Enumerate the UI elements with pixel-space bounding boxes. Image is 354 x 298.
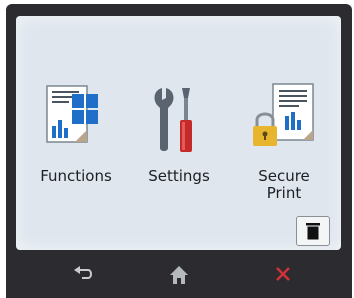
hardware-nav-bar bbox=[6, 256, 352, 298]
secure-print-icon bbox=[253, 83, 314, 146]
home-icon bbox=[170, 266, 188, 284]
settings-label: Settings bbox=[148, 167, 210, 185]
secure-print-button[interactable]: Secure Print bbox=[236, 82, 332, 218]
delete-button[interactable] bbox=[296, 216, 330, 246]
functions-label: Functions bbox=[40, 167, 112, 185]
back-button[interactable] bbox=[68, 264, 98, 290]
trash-icon bbox=[306, 223, 320, 240]
functions-icon bbox=[46, 85, 98, 143]
touch-screen: Functions Settings Secure Print bbox=[16, 16, 341, 250]
cancel-x-icon bbox=[276, 267, 290, 281]
secure-print-label: Secure Print bbox=[258, 167, 310, 202]
printer-control-panel: Functions Settings Secure Print bbox=[6, 4, 352, 298]
settings-tools-icon bbox=[154, 88, 192, 152]
settings-button[interactable]: Settings bbox=[131, 82, 227, 218]
functions-button[interactable]: Functions bbox=[28, 82, 124, 218]
back-arrow-icon bbox=[74, 266, 92, 279]
cancel-button[interactable] bbox=[268, 264, 298, 290]
home-button[interactable] bbox=[164, 264, 194, 290]
